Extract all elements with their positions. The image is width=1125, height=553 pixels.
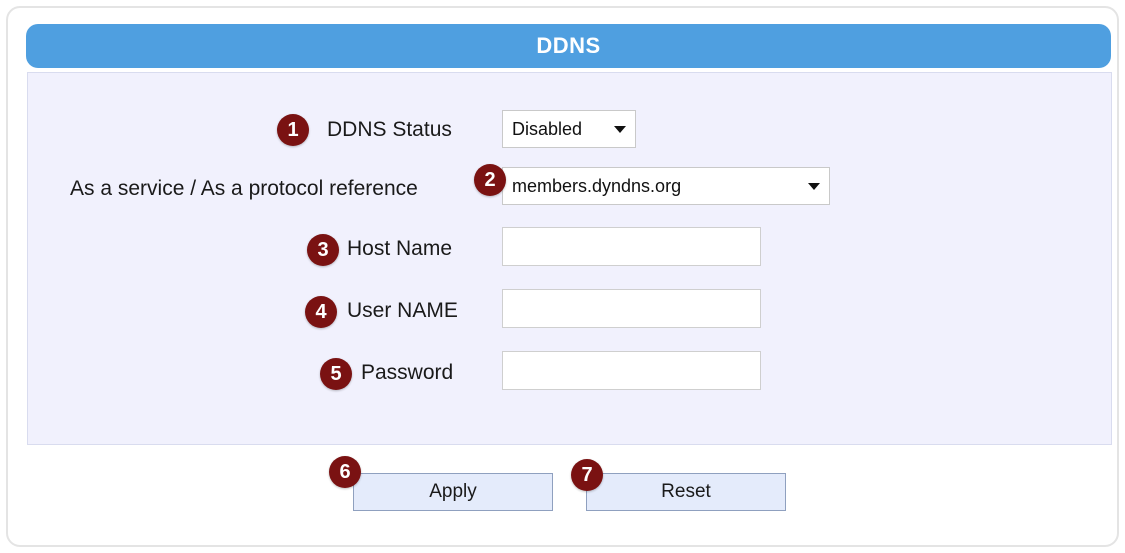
service-select[interactable]: members.dyndns.org <box>502 167 830 205</box>
service-label: As a service / As a protocol reference <box>70 177 418 200</box>
host-name-input[interactable] <box>502 227 761 266</box>
service-value: members.dyndns.org <box>512 175 682 196</box>
ddns-title-bar: DDNS <box>26 24 1111 68</box>
chevron-down-icon <box>614 126 626 133</box>
badge-6-icon: 6 <box>329 456 361 488</box>
ddns-status-value: Disabled <box>512 118 583 139</box>
chevron-down-icon <box>808 183 820 190</box>
ddns-status-label: DDNS Status <box>327 118 452 141</box>
badge-3-icon: 3 <box>307 234 339 266</box>
user-name-input[interactable] <box>502 289 761 328</box>
password-input[interactable] <box>502 351 761 390</box>
user-name-label: User NAME <box>347 299 458 322</box>
ddns-status-select[interactable]: Disabled <box>502 110 636 148</box>
badge-7-icon: 7 <box>571 459 603 491</box>
badge-4-icon: 4 <box>305 296 337 328</box>
badge-5-icon: 5 <box>320 358 352 390</box>
apply-button[interactable]: Apply <box>353 473 553 511</box>
badge-1-icon: 1 <box>277 114 309 146</box>
page-title: DDNS <box>536 33 601 58</box>
reset-button[interactable]: Reset <box>586 473 786 511</box>
password-label: Password <box>361 361 454 384</box>
host-name-label: Host Name <box>347 237 453 260</box>
badge-2-icon: 2 <box>474 164 506 196</box>
